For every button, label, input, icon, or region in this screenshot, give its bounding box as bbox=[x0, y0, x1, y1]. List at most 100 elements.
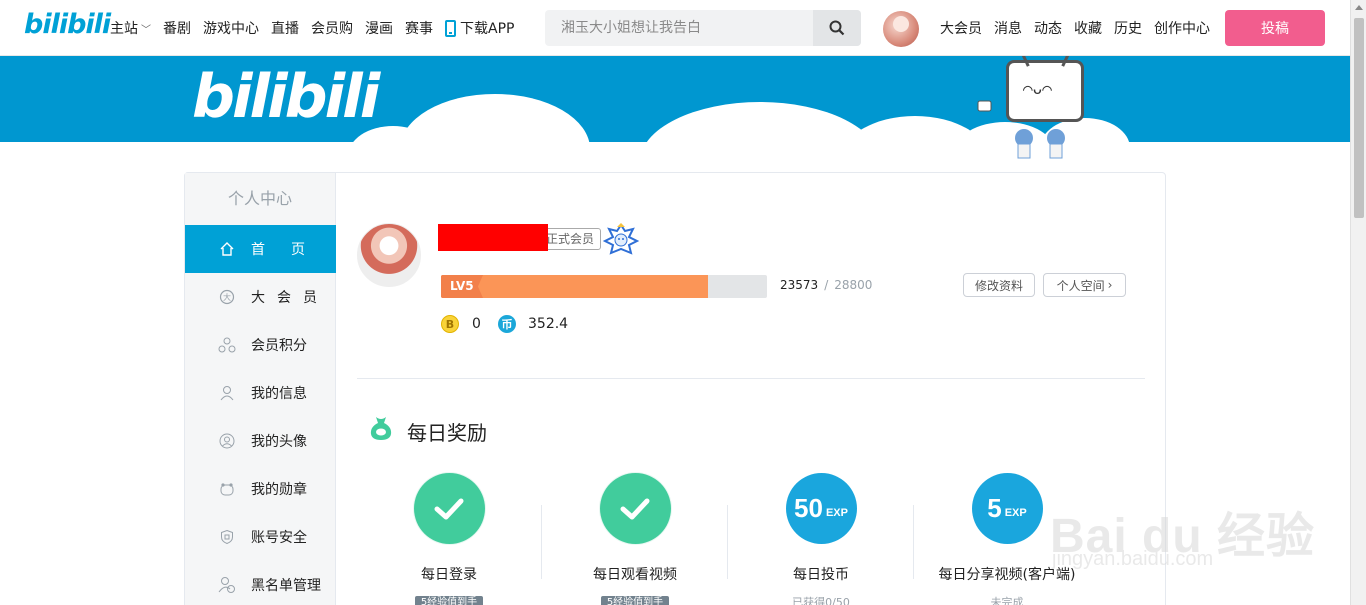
tv-face: ⌒ᴗ⌒ bbox=[1023, 79, 1052, 98]
nav-favorites[interactable]: 收藏 bbox=[1074, 18, 1102, 38]
nav-creator-center[interactable]: 创作中心 bbox=[1154, 18, 1210, 38]
medal-icon bbox=[218, 480, 236, 498]
nav-shop[interactable]: 会员购 bbox=[311, 18, 353, 38]
sidebar-item-home[interactable]: 首页 bbox=[185, 225, 336, 273]
nav-messages[interactable]: 消息 bbox=[994, 18, 1022, 38]
phone-icon bbox=[445, 19, 456, 37]
mascot-girls-icon bbox=[1015, 129, 1065, 159]
check-icon bbox=[434, 498, 464, 519]
sidebar-item-label: 我的勋章 bbox=[251, 482, 307, 498]
nav-vip[interactable]: 大会员 bbox=[940, 18, 982, 38]
bilibili-logo[interactable]: bilibili bbox=[24, 9, 111, 40]
reward-status: 已获得0/50 bbox=[792, 596, 850, 605]
reward-label: 每日投币 bbox=[793, 567, 849, 583]
page-root: bilibili 主站 ﹀ 番剧 游戏中心 直播 会员购 漫画 赛事 下载APP … bbox=[0, 0, 1366, 605]
reward-circle: 5 EXP bbox=[971, 473, 1043, 544]
search-button[interactable] bbox=[813, 10, 861, 46]
nav-download-app[interactable]: 下载APP bbox=[445, 18, 514, 38]
section-divider bbox=[357, 378, 1145, 379]
exp-separator: / bbox=[824, 278, 829, 292]
nav-live[interactable]: 直播 bbox=[271, 18, 299, 38]
home-icon bbox=[218, 240, 236, 258]
svg-text:大: 大 bbox=[223, 292, 231, 302]
account-panel: 个人中心 首页 大 大会员 会员积分 我的信息 我的头像 我的勋章 账号安全 黑… bbox=[184, 172, 1166, 605]
nav-dynamics[interactable]: 动态 bbox=[1034, 18, 1062, 38]
personal-space-button[interactable]: 个人空间 › bbox=[1043, 273, 1126, 297]
sidebar-item-avatar[interactable]: 我的头像 bbox=[185, 417, 336, 465]
exp-total: 28800 bbox=[834, 278, 873, 292]
reward-status: 5经验值到手 bbox=[414, 596, 484, 605]
reward-separator bbox=[727, 505, 728, 579]
reward-watch-video[interactable]: 每日观看视频 5经验值到手 bbox=[555, 473, 715, 605]
reward-coin[interactable]: 50 EXP 每日投币 已获得0/50 bbox=[741, 473, 901, 605]
exp-label: EXP bbox=[825, 506, 848, 519]
shield-icon bbox=[218, 528, 236, 546]
cloud-decoration bbox=[640, 102, 880, 142]
reward-circle bbox=[413, 473, 485, 544]
nav-manga[interactable]: 漫画 bbox=[365, 18, 393, 38]
sidebar: 个人中心 首页 大 大会员 会员积分 我的信息 我的头像 我的勋章 账号安全 黑… bbox=[185, 173, 336, 605]
sidebar-item-label: 首页 bbox=[251, 242, 331, 258]
sidebar-item-label: 会员积分 bbox=[251, 338, 307, 354]
reward-label: 每日登录 bbox=[421, 567, 477, 583]
sidebar-title: 个人中心 bbox=[227, 189, 292, 208]
tv-antenna bbox=[1061, 56, 1072, 67]
user-avatar[interactable] bbox=[883, 11, 919, 47]
reward-circle: 50 EXP bbox=[785, 473, 857, 544]
sidebar-item-label: 我的头像 bbox=[251, 434, 307, 450]
sidebar-item-vip[interactable]: 大 大会员 bbox=[185, 273, 336, 321]
tv-mascot-icon: ⌒ᴗ⌒ bbox=[1006, 56, 1084, 122]
reward-status: 未完成 bbox=[990, 596, 1024, 605]
nav-main-site-label: 主站 bbox=[110, 21, 138, 37]
personal-space-label: 个人空间 bbox=[1056, 278, 1105, 293]
avatar-icon bbox=[218, 432, 236, 450]
reward-status: 5经验值到手 bbox=[600, 596, 670, 605]
sidebar-item-label: 黑名单管理 bbox=[251, 578, 321, 594]
reward-separator bbox=[541, 505, 542, 579]
search-input[interactable] bbox=[545, 10, 813, 46]
nav-main-site[interactable]: 主站 ﹀ bbox=[110, 18, 151, 38]
nav-game-center[interactable]: 游戏中心 bbox=[203, 18, 259, 38]
sidebar-item-blacklist[interactable]: 黑名单管理 bbox=[185, 561, 336, 605]
level-progress-bar: LV5 bbox=[441, 275, 767, 298]
upload-button[interactable]: 投稿 bbox=[1225, 10, 1325, 46]
level-tag: LV5 bbox=[441, 275, 483, 298]
sidebar-item-points[interactable]: 会员积分 bbox=[185, 321, 336, 369]
coin-balance: 352.4 bbox=[528, 316, 569, 332]
chevron-right-icon: › bbox=[1107, 278, 1113, 292]
page-scrollbar[interactable] bbox=[1350, 0, 1366, 605]
exp-current: 23573 bbox=[780, 278, 819, 292]
sidebar-item-security[interactable]: 账号安全 bbox=[185, 513, 336, 561]
sidebar-item-medals[interactable]: 我的勋章 bbox=[185, 465, 336, 513]
nav-anime[interactable]: 番剧 bbox=[163, 18, 191, 38]
watermark-url: jingyan.baidu.com bbox=[1052, 548, 1214, 570]
reward-circle bbox=[599, 473, 671, 544]
points-icon bbox=[218, 336, 236, 354]
b-coin-icon: B bbox=[441, 315, 459, 333]
tv-antenna bbox=[1019, 56, 1030, 67]
reward-separator bbox=[913, 505, 914, 579]
scroll-thumb[interactable] bbox=[1354, 18, 1364, 218]
user-icon bbox=[218, 384, 236, 402]
nav-history[interactable]: 历史 bbox=[1114, 18, 1142, 38]
reward-exp-value: 50 bbox=[794, 493, 823, 523]
reward-daily-login[interactable]: 每日登录 5经验值到手 bbox=[369, 473, 529, 605]
nav-esports[interactable]: 赛事 bbox=[405, 18, 433, 38]
coin-icon: 币 bbox=[498, 315, 516, 333]
level-badge-icon bbox=[603, 223, 639, 255]
reward-exp-value: 5 bbox=[987, 493, 1002, 523]
baidu-watermark: Bai du 经验 jingyan.baidu.com bbox=[1040, 460, 1340, 580]
scroll-up-arrow-icon[interactable] bbox=[1355, 5, 1363, 10]
reward-label: 每日观看视频 bbox=[593, 567, 677, 583]
redacted-username bbox=[438, 224, 548, 251]
nav-download-label: 下载APP bbox=[460, 21, 515, 37]
vip-icon: 大 bbox=[218, 288, 236, 306]
profile-avatar[interactable] bbox=[357, 223, 421, 287]
header-banner: bilibili ⌒ᴗ⌒ bbox=[0, 56, 1350, 142]
sidebar-item-info[interactable]: 我的信息 bbox=[185, 369, 336, 417]
exp-counter: 23573 / 28800 bbox=[780, 278, 872, 292]
edit-profile-button[interactable]: 修改资料 bbox=[963, 273, 1035, 297]
blacklist-icon bbox=[218, 576, 236, 594]
mini-tv-icon bbox=[977, 100, 992, 112]
search-icon bbox=[829, 20, 845, 36]
